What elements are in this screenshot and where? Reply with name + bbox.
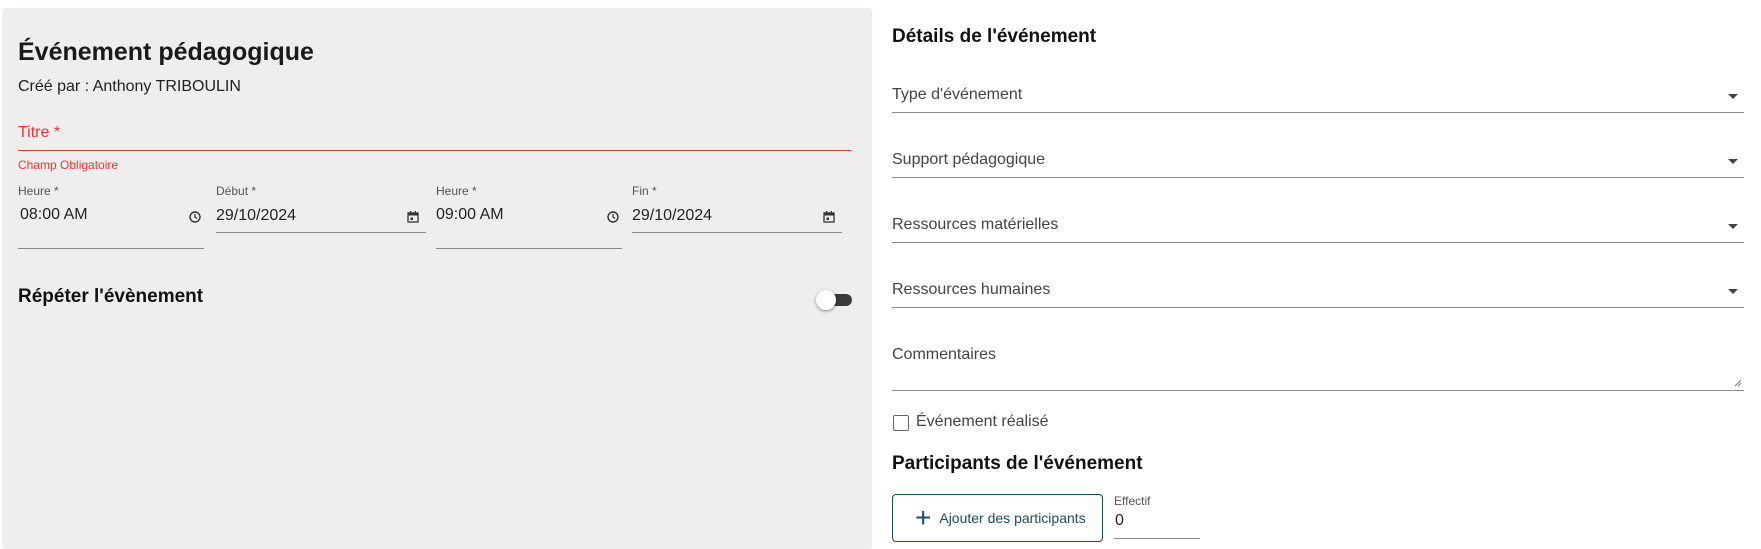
comments-textarea[interactable]: Commentaires (892, 340, 1744, 390)
repeat-event-label: Répéter l'évènement (18, 286, 204, 307)
effectif-label: Effectif (1114, 494, 1151, 508)
event-completed-checkbox[interactable] (893, 415, 909, 431)
human-resources-underline (892, 307, 1744, 308)
end-time-value: 09:00 AM (436, 206, 504, 223)
teaching-support-label: Support pédagogique (892, 151, 1046, 168)
end-time-input[interactable]: 09:00 AM (436, 200, 622, 230)
comments-label: Commentaires (892, 346, 997, 363)
event-completed-label: Événement réalisé (916, 413, 1049, 430)
human-resources-label: Ressources humaines (892, 281, 1051, 298)
chevron-down-icon (1728, 94, 1738, 99)
created-by-text: Créé par : Anthony TRIBOULIN (18, 78, 241, 95)
clock-icon[interactable] (606, 210, 620, 224)
effectif-underline (1114, 538, 1200, 539)
start-date-label: Début * (216, 184, 257, 198)
start-time-input[interactable]: 08:00 AM (18, 200, 204, 230)
end-date-value: 29/10/2024 (632, 207, 713, 224)
start-time-value: 08:00 AM (20, 206, 88, 223)
event-type-label: Type d'événement (892, 86, 1023, 103)
event-type-underline (892, 112, 1744, 113)
effectif-input[interactable]: 0 (1115, 512, 1124, 530)
human-resources-select[interactable]: Ressources humaines (892, 275, 1744, 307)
teaching-support-select[interactable]: Support pédagogique (892, 145, 1744, 177)
end-time-label: Heure * (436, 184, 477, 198)
end-date-underline (632, 232, 842, 233)
comments-underline (892, 390, 1744, 391)
calendar-icon[interactable] (822, 210, 836, 224)
title-error-text: Champ Obligatoire (18, 158, 119, 172)
chevron-down-icon (1728, 224, 1738, 229)
end-date-input[interactable]: 29/10/2024 (632, 200, 842, 230)
details-title: Détails de l'événement (892, 26, 1097, 47)
resize-handle-icon[interactable] (1732, 377, 1742, 387)
page-title: Événement pédagogique (18, 38, 314, 66)
event-type-select[interactable]: Type d'événement (892, 80, 1744, 112)
teaching-support-underline (892, 177, 1744, 178)
plus-icon: + (915, 502, 932, 533)
start-date-input[interactable]: 29/10/2024 (216, 200, 426, 230)
end-date-label: Fin * (632, 184, 657, 198)
add-participants-label: Ajouter des participants (939, 510, 1086, 526)
material-resources-select[interactable]: Ressources matérielles (892, 210, 1744, 242)
start-date-value: 29/10/2024 (216, 207, 297, 224)
chevron-down-icon (1728, 159, 1738, 164)
calendar-icon[interactable] (406, 210, 420, 224)
start-time-label: Heure * (18, 184, 59, 198)
clock-icon[interactable] (188, 210, 202, 224)
start-time-underline (18, 248, 204, 249)
repeat-event-toggle[interactable] (816, 290, 852, 310)
material-resources-label: Ressources matérielles (892, 216, 1059, 233)
chevron-down-icon (1728, 289, 1738, 294)
add-participants-button[interactable]: + Ajouter des participants (892, 494, 1103, 542)
end-time-underline (436, 248, 622, 249)
toggle-knob (816, 290, 836, 310)
participants-title: Participants de l'événement (892, 453, 1143, 474)
start-date-underline (216, 232, 426, 233)
material-resources-underline (892, 242, 1744, 243)
title-input[interactable] (18, 122, 851, 151)
